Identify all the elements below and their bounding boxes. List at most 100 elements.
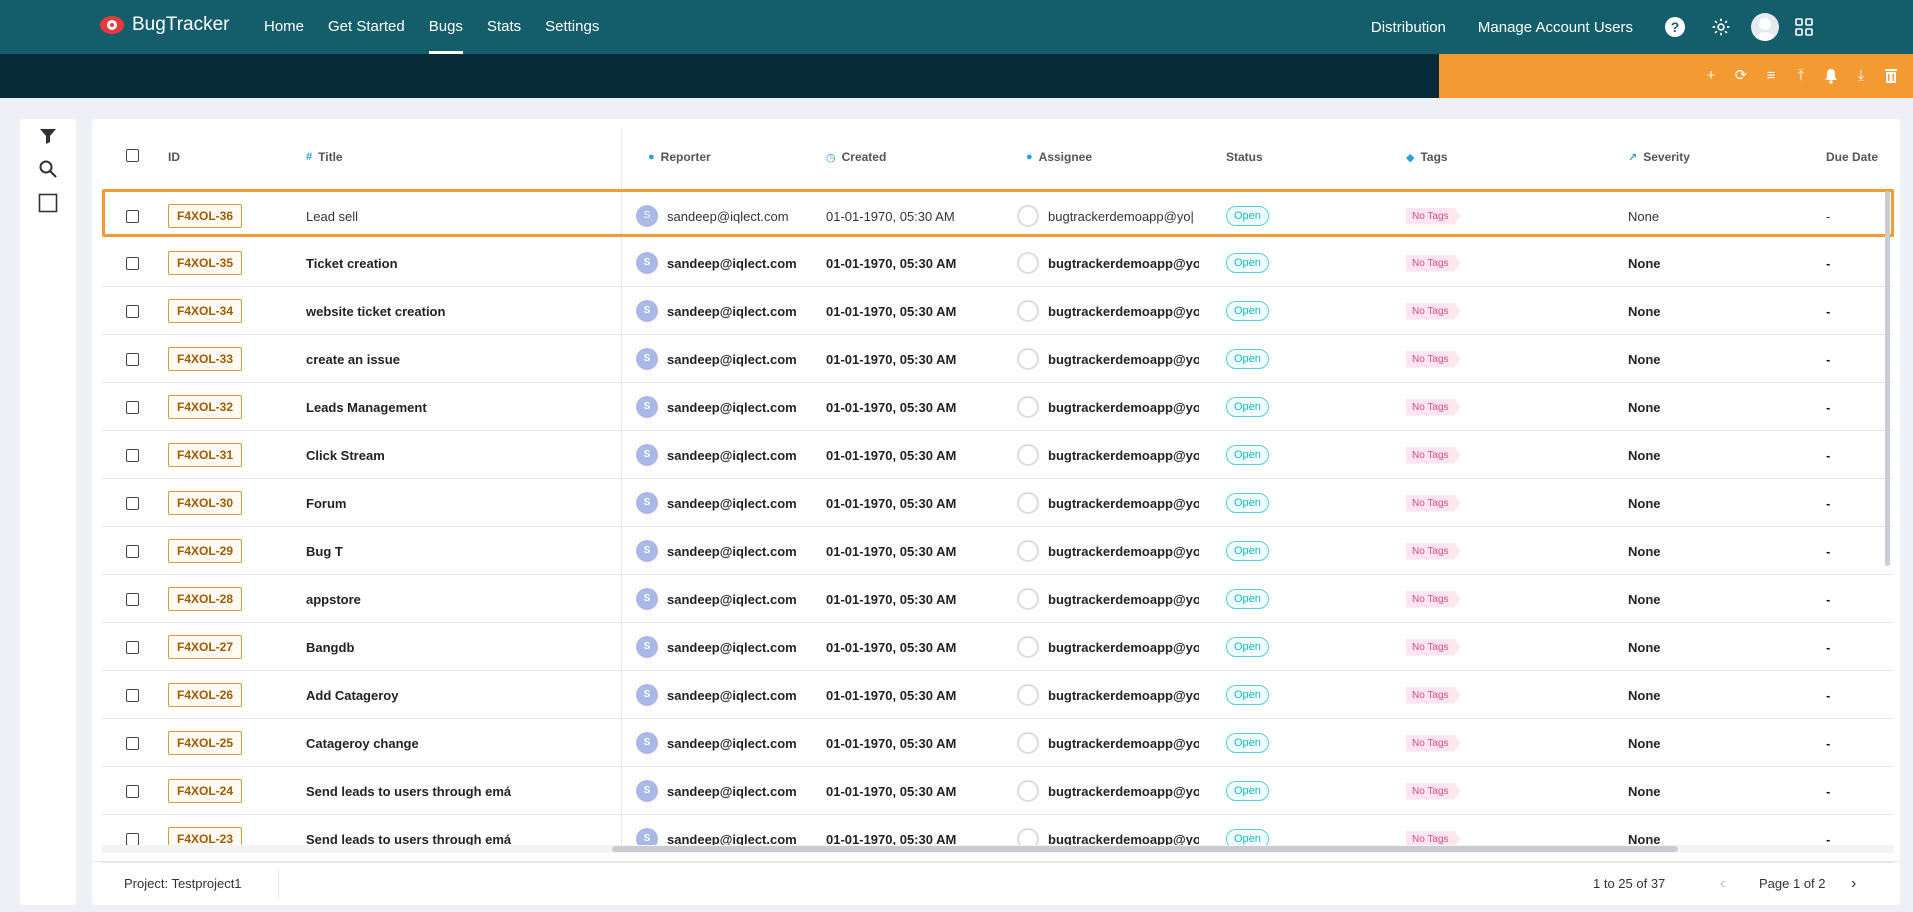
table-row[interactable]: F4XOL-26 Add Catageroy Ssandeep@iqlect.com…	[102, 671, 1894, 719]
status-cell[interactable]: Open	[1226, 287, 1269, 335]
prev-page-button[interactable]: ‹	[1720, 862, 1725, 905]
severity-cell[interactable]: None	[1628, 719, 1661, 767]
add-icon[interactable]: +	[1703, 68, 1719, 84]
table-row[interactable]: F4XOL-35 Ticket creation Ssandeep@iqlect.c…	[102, 239, 1894, 287]
assignee-cell[interactable]: bugtrackerdemoapp@yo	[1017, 719, 1199, 767]
bug-id[interactable]: F4XOL-28	[168, 575, 243, 623]
filter-icon[interactable]	[38, 126, 58, 146]
status-cell[interactable]: Open	[1226, 671, 1269, 719]
table-row[interactable]: F4XOL-32 Leads Management Ssandeep@iqlect.…	[102, 383, 1894, 431]
tags-cell[interactable]: No Tags	[1406, 719, 1461, 767]
due-date-cell[interactable]: -	[1826, 335, 1830, 383]
row-checkbox[interactable]	[126, 575, 139, 623]
bug-title[interactable]: Send leads to users through emá	[306, 815, 606, 863]
due-date-cell[interactable]: -	[1826, 192, 1830, 240]
due-date-cell[interactable]: -	[1826, 623, 1830, 671]
upload-icon[interactable]: ⤒	[1793, 68, 1809, 84]
due-date-cell[interactable]: -	[1826, 671, 1830, 719]
row-checkbox[interactable]	[126, 623, 139, 671]
assignee-cell[interactable]: bugtrackerdemoapp@yo	[1017, 623, 1199, 671]
bug-title[interactable]: Ticket creation	[306, 239, 606, 287]
due-date-cell[interactable]: -	[1826, 815, 1830, 863]
help-icon[interactable]: ?	[1665, 17, 1685, 37]
bug-id[interactable]: F4XOL-34	[168, 287, 243, 335]
table-row[interactable]: F4XOL-31 Click Stream Ssandeep@iqlect.com 0…	[102, 431, 1894, 479]
tags-cell[interactable]: No Tags	[1406, 623, 1461, 671]
due-date-cell[interactable]: -	[1826, 431, 1830, 479]
row-checkbox[interactable]	[126, 383, 139, 431]
tags-cell[interactable]: No Tags	[1406, 575, 1461, 623]
severity-cell[interactable]: None	[1628, 479, 1661, 527]
assignee-cell[interactable]: bugtrackerdemoapp@yo	[1017, 431, 1199, 479]
bug-id[interactable]: F4XOL-32	[168, 383, 243, 431]
table-row[interactable]: F4XOL-36 Lead sell Ssandeep@iqlect.com 01-0…	[102, 189, 1894, 237]
tags-cell[interactable]: No Tags	[1406, 383, 1461, 431]
bug-id[interactable]: F4XOL-23	[168, 815, 243, 863]
table-row[interactable]: F4XOL-27 Bangdb Ssandeep@iqlect.com 01-01-1…	[102, 623, 1894, 671]
vertical-scrollbar[interactable]	[1884, 191, 1892, 845]
severity-cell[interactable]: None	[1628, 335, 1661, 383]
status-cell[interactable]: Open	[1226, 239, 1269, 287]
tags-cell[interactable]: No Tags	[1406, 335, 1461, 383]
assignee-cell[interactable]: bugtrackerdemoapp@yo	[1017, 479, 1199, 527]
col-assignee[interactable]: ● Assignee	[1026, 150, 1092, 164]
severity-cell[interactable]: None	[1628, 767, 1661, 815]
refresh-icon[interactable]: ⟳	[1733, 68, 1749, 84]
row-checkbox[interactable]	[126, 479, 139, 527]
table-row[interactable]: F4XOL-23 Send leads to users through emá S…	[102, 815, 1894, 863]
assignee-cell[interactable]: bugtrackerdemoapp@yo	[1017, 335, 1199, 383]
status-cell[interactable]: Open	[1226, 335, 1269, 383]
severity-cell[interactable]: None	[1628, 239, 1661, 287]
bug-title[interactable]: Catageroy change	[306, 719, 606, 767]
col-severity[interactable]: ↗ Severity	[1628, 150, 1690, 164]
row-checkbox[interactable]	[126, 671, 139, 719]
bug-id[interactable]: F4XOL-30	[168, 479, 243, 527]
nav-get-started[interactable]: Get Started	[316, 0, 417, 54]
status-cell[interactable]: Open	[1226, 383, 1269, 431]
bell-icon[interactable]	[1823, 68, 1839, 84]
row-checkbox[interactable]	[126, 239, 139, 287]
due-date-cell[interactable]: -	[1826, 767, 1830, 815]
due-date-cell[interactable]: -	[1826, 287, 1830, 335]
status-cell[interactable]: Open	[1226, 767, 1269, 815]
due-date-cell[interactable]: -	[1826, 527, 1830, 575]
tags-cell[interactable]: No Tags	[1406, 431, 1461, 479]
assignee-cell[interactable]: bugtrackerdemoapp@yo	[1017, 383, 1199, 431]
table-row[interactable]: F4XOL-33 create an issue Ssandeep@iqlect.c…	[102, 335, 1894, 383]
bug-title[interactable]: Click Stream	[306, 431, 606, 479]
bug-id[interactable]: F4XOL-33	[168, 335, 243, 383]
bug-id[interactable]: F4XOL-26	[168, 671, 243, 719]
assignee-cell[interactable]: bugtrackerdemoapp@yo	[1017, 671, 1199, 719]
bug-id[interactable]: F4XOL-31	[168, 431, 243, 479]
row-checkbox[interactable]	[126, 527, 139, 575]
tags-cell[interactable]: No Tags	[1406, 671, 1461, 719]
nav-settings[interactable]: Settings	[533, 0, 611, 54]
apps-grid-icon[interactable]	[1795, 18, 1813, 36]
assignee-cell[interactable]: bugtrackerdemoapp@yo	[1017, 767, 1199, 815]
col-created[interactable]: ◷ Created	[826, 150, 886, 164]
horizontal-scrollbar[interactable]	[102, 845, 1894, 853]
nav-stats[interactable]: Stats	[475, 0, 533, 54]
bug-title[interactable]: appstore	[306, 575, 606, 623]
customize-icon[interactable]: ≡	[1763, 68, 1779, 84]
bug-id[interactable]: F4XOL-25	[168, 719, 243, 767]
assignee-cell[interactable]: bugtrackerdemoapp@yo	[1017, 527, 1199, 575]
col-title[interactable]: # Title	[306, 150, 343, 164]
manage-account-users-link[interactable]: Manage Account Users	[1478, 19, 1633, 36]
assignee-cell[interactable]: bugtrackerdemoapp@yo	[1017, 287, 1199, 335]
bug-id[interactable]: F4XOL-27	[168, 623, 243, 671]
tags-cell[interactable]: No Tags	[1406, 767, 1461, 815]
bug-id[interactable]: F4XOL-35	[168, 239, 243, 287]
select-all-checkbox[interactable]	[126, 149, 139, 162]
col-reporter[interactable]: ● Reporter	[648, 150, 711, 164]
status-cell[interactable]: Open	[1226, 192, 1269, 240]
row-checkbox[interactable]	[126, 815, 139, 863]
severity-cell[interactable]: None	[1628, 671, 1661, 719]
bug-id[interactable]: F4XOL-24	[168, 767, 243, 815]
status-cell[interactable]: Open	[1226, 431, 1269, 479]
table-row[interactable]: F4XOL-25 Catageroy change Ssandeep@iqlect.…	[102, 719, 1894, 767]
next-page-button[interactable]: ›	[1851, 862, 1856, 905]
gear-icon[interactable]	[1711, 17, 1731, 37]
bug-title[interactable]: Add Catageroy	[306, 671, 606, 719]
col-id[interactable]: ID	[168, 150, 180, 164]
